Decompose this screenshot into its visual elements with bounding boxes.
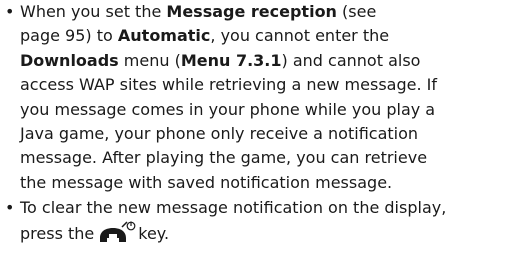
bullet-marker: • [5, 198, 15, 218]
text-line: message. After playing the game, you can… [20, 148, 428, 168]
term-menu-number: Menu 7.3.1 [180, 50, 282, 70]
bullet-marker: • [5, 2, 15, 21]
bullet-item-clear-notification: • To clear the new message notification … [0, 196, 531, 246]
text-line: page 95) to Automatic, you cannot enter … [20, 26, 390, 46]
term-message-reception: Message reception [166, 2, 337, 21]
end-power-key-icon [98, 221, 136, 243]
text-line: access WAP sites while retrieving a new … [20, 75, 437, 95]
text-line: When you set the Message reception (see [20, 2, 377, 21]
text-line: Downloads menu (Menu 7.3.1) and cannot a… [20, 50, 421, 70]
text-line: To clear the new message notification on… [20, 198, 447, 218]
text-line: you message comes in your phone while yo… [20, 99, 436, 119]
text-line: press the key. [20, 221, 531, 246]
text-line: the message with saved notification mess… [20, 172, 393, 192]
term-automatic: Automatic [117, 26, 211, 46]
document-body: • When you set the Message reception (se… [0, 0, 531, 246]
bullet-item-message-reception: • When you set the Message reception (se… [0, 0, 531, 195]
text-line: Java game, your phone only receive a not… [20, 124, 419, 144]
term-downloads: Downloads [20, 50, 119, 70]
